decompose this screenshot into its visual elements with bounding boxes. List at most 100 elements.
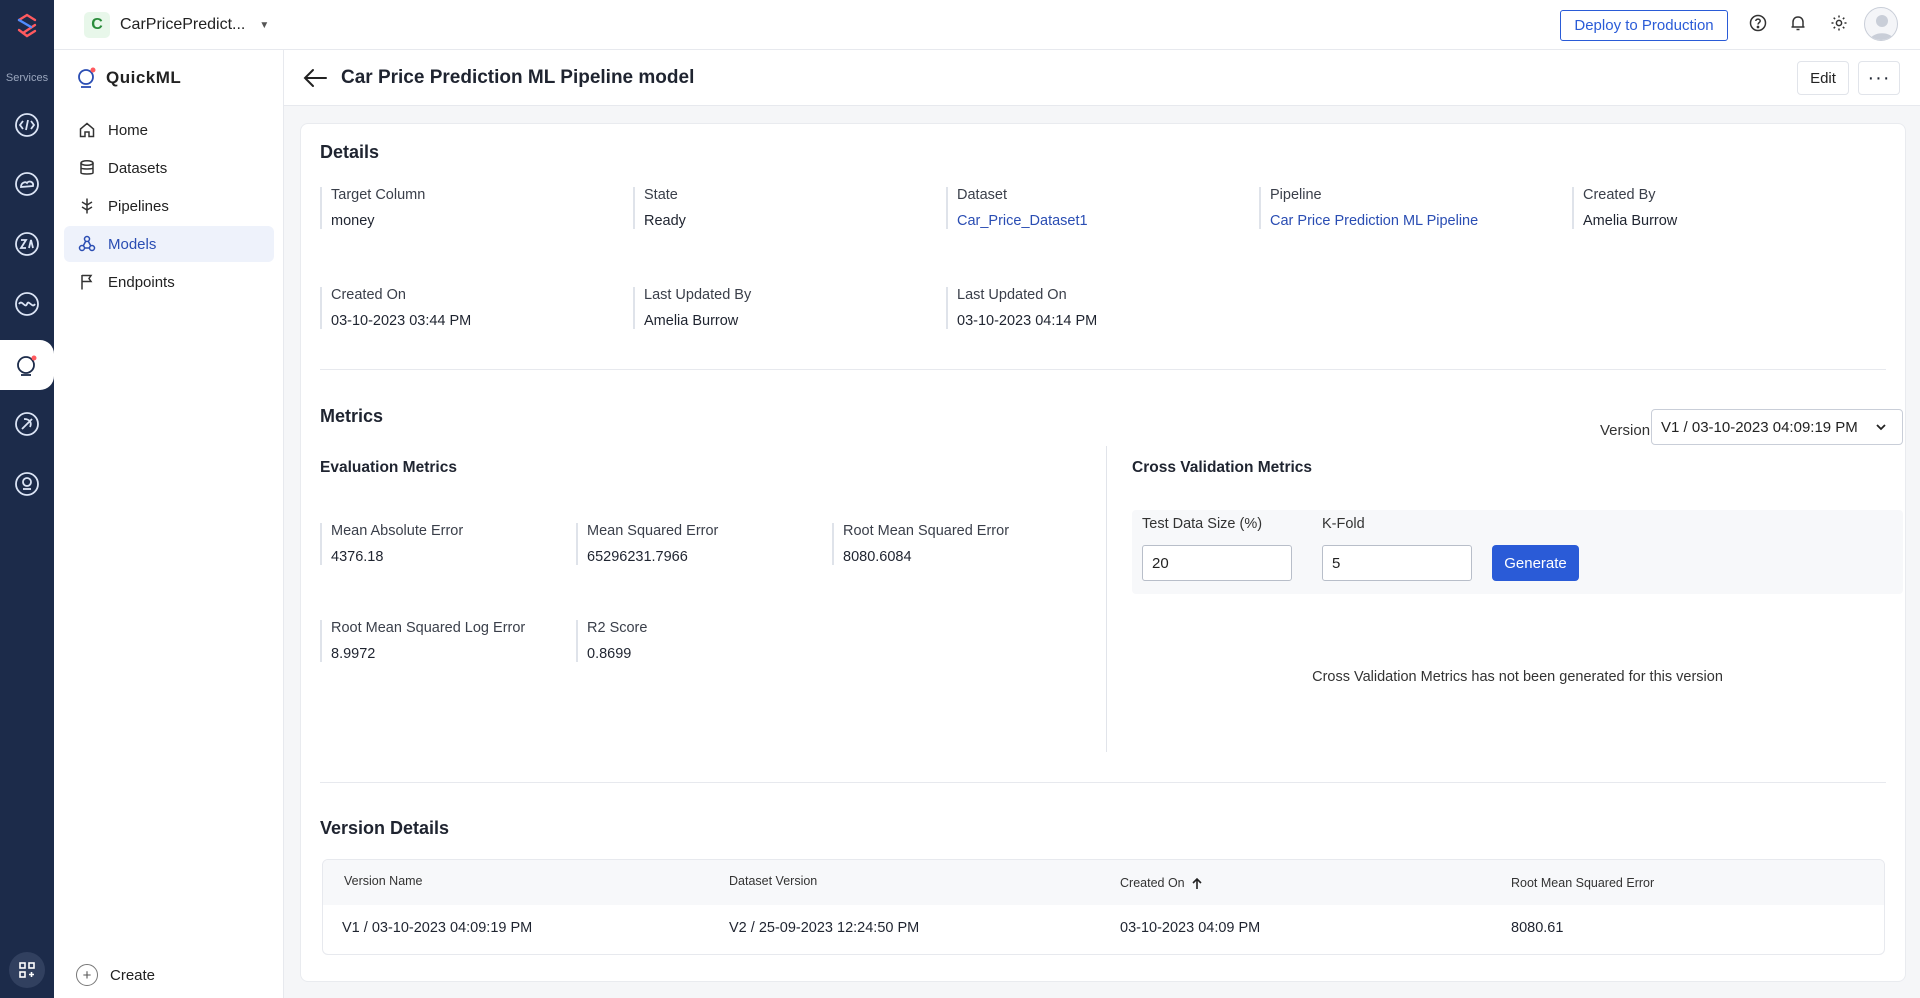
sidebar-item-label: Models <box>108 235 157 253</box>
sidebar-item-pipelines[interactable]: Pipelines <box>64 188 274 224</box>
version-select-value: V1 / 03-10-2023 04:09:19 PM <box>1661 418 1858 436</box>
metrics-title: Metrics <box>320 406 384 426</box>
field-value: Amelia Burrow <box>1583 213 1678 229</box>
version-select[interactable]: V1 / 03-10-2023 04:09:19 PM <box>1651 409 1903 445</box>
metric-label: R2 Score <box>587 620 648 636</box>
field-label: State <box>644 187 678 203</box>
cloud-scale-icon[interactable] <box>11 168 43 200</box>
test-size-input[interactable]: 20 <box>1142 545 1292 581</box>
project-initial: C <box>84 12 110 38</box>
create-label: Create <box>110 966 156 984</box>
kfold-label: K-Fold <box>1322 516 1365 532</box>
field-label: Dataset <box>957 187 1007 203</box>
metric-rmsle: Root Mean Squared Log Error 8.9972 <box>320 620 525 662</box>
sort-arrow-up-icon <box>1192 877 1202 889</box>
models-icon <box>78 235 96 252</box>
user-avatar[interactable] <box>1864 7 1898 41</box>
devops-icon[interactable] <box>11 408 43 440</box>
settings-gear-icon[interactable] <box>1828 12 1850 34</box>
field-label: Target Column <box>331 187 426 203</box>
flag-icon <box>81 274 93 290</box>
field-value: 03-10-2023 03:44 PM <box>331 313 472 329</box>
sidebar-item-models[interactable]: Models <box>64 226 274 262</box>
field-label: Created By <box>1583 187 1656 203</box>
field-last-updated-on: Last Updated On 03-10-2023 04:14 PM <box>946 287 1097 329</box>
more-options-button[interactable]: ··· <box>1858 61 1900 95</box>
services-label: Services <box>5 72 49 84</box>
test-size-label: Test Data Size (%) <box>1142 516 1263 532</box>
metric-value: 4376.18 <box>331 549 384 565</box>
metric-label: Root Mean Squared Error <box>843 523 1010 539</box>
metric-value: 8.9972 <box>331 646 376 662</box>
column-dataset-version[interactable]: Dataset Version <box>729 874 817 888</box>
generate-button[interactable]: Generate <box>1492 545 1579 581</box>
sidebar-item-datasets[interactable]: Datasets <box>64 150 274 186</box>
metric-mse: Mean Squared Error 65296231.7966 <box>576 523 718 565</box>
field-label: Created On <box>331 287 406 303</box>
page-header: Car Price Prediction ML Pipeline model E… <box>284 50 1920 106</box>
column-version-name[interactable]: Version Name <box>344 874 423 888</box>
cell-created-on: 03-10-2023 04:09 PM <box>1120 920 1261 936</box>
signals-icon[interactable] <box>11 468 43 500</box>
field-label: Pipeline <box>1270 187 1322 203</box>
page-title: Car Price Prediction ML Pipeline model <box>341 67 695 88</box>
plus-icon: + <box>76 964 98 986</box>
cell-rmse: 8080.61 <box>1511 920 1564 936</box>
sidebar-item-label: Home <box>108 121 149 139</box>
version-label: Version <box>1600 422 1651 439</box>
serverless-icon[interactable] <box>11 109 43 141</box>
chevron-down-icon <box>1876 424 1886 431</box>
zia-icon[interactable] <box>11 228 43 260</box>
field-label: Last Updated By <box>644 287 752 303</box>
model-details-card: Details Target Column money State Ready … <box>300 123 1906 982</box>
back-arrow-icon[interactable] <box>302 66 328 90</box>
column-rmse[interactable]: Root Mean Squared Error <box>1511 876 1654 890</box>
sidebar-item-endpoints[interactable]: Endpoints <box>64 264 274 300</box>
apps-grid-icon[interactable] <box>9 952 45 988</box>
metric-label: Mean Squared Error <box>587 523 719 539</box>
quickml-rail-icon[interactable] <box>11 349 43 381</box>
integrations-icon[interactable] <box>11 288 43 320</box>
field-created-by: Created By Amelia Burrow <box>1572 187 1677 229</box>
field-created-on: Created On 03-10-2023 03:44 PM <box>320 287 471 329</box>
field-label: Last Updated On <box>957 287 1067 303</box>
pipeline-link[interactable]: Car Price Prediction ML Pipeline <box>1270 213 1478 229</box>
metric-label: Mean Absolute Error <box>331 523 464 539</box>
sidebar-item-label: Datasets <box>108 159 168 177</box>
field-target-column: Target Column money <box>320 187 425 229</box>
metric-r2-score: R2 Score 0.8699 <box>576 620 647 662</box>
project-name: CarPricePredict... <box>120 16 246 33</box>
field-value: Ready <box>644 213 686 229</box>
field-value: Amelia Burrow <box>644 313 739 329</box>
dataset-link[interactable]: Car_Price_Dataset1 <box>957 213 1088 229</box>
deploy-to-production-button[interactable]: Deploy to Production <box>1560 10 1728 41</box>
edit-button[interactable]: Edit <box>1797 61 1849 95</box>
metric-mae: Mean Absolute Error 4376.18 <box>320 523 463 565</box>
home-icon <box>79 122 95 138</box>
rail-active-quickml[interactable] <box>0 340 54 390</box>
version-details-title: Version Details <box>320 818 450 838</box>
quickml-sidebar: QuickML Home Datasets Pipelines Models E… <box>54 50 284 998</box>
sidebar-item-label: Endpoints <box>108 273 175 291</box>
create-button[interactable]: + Create <box>76 964 155 986</box>
table-header: Version Name Dataset Version Created On … <box>323 860 1884 905</box>
notification-bell-icon[interactable] <box>1787 12 1809 34</box>
column-created-on[interactable]: Created On <box>1120 876 1203 890</box>
metric-rmse: Root Mean Squared Error 8080.6084 <box>832 523 1009 565</box>
catalyst-logo-icon[interactable] <box>13 12 41 40</box>
field-last-updated-by: Last Updated By Amelia Burrow <box>633 287 751 329</box>
field-state: State Ready <box>633 187 686 229</box>
metric-label: Root Mean Squared Log Error <box>331 620 526 636</box>
sidebar-item-home[interactable]: Home <box>64 112 274 148</box>
cell-dataset-version: V2 / 25-09-2023 12:24:50 PM <box>729 920 920 936</box>
brand-name: QuickML <box>106 68 182 87</box>
vertical-divider <box>1106 446 1107 752</box>
field-value: money <box>331 213 375 229</box>
kfold-input[interactable]: 5 <box>1322 545 1472 581</box>
project-switcher[interactable]: C CarPricePredict... ▼ <box>84 12 269 38</box>
chevron-down-icon: ▼ <box>259 19 270 31</box>
field-pipeline: Pipeline Car Price Prediction ML Pipelin… <box>1259 187 1478 229</box>
field-value: 03-10-2023 04:14 PM <box>957 313 1098 329</box>
field-dataset: Dataset Car_Price_Dataset1 <box>946 187 1088 229</box>
help-icon[interactable] <box>1747 12 1769 34</box>
